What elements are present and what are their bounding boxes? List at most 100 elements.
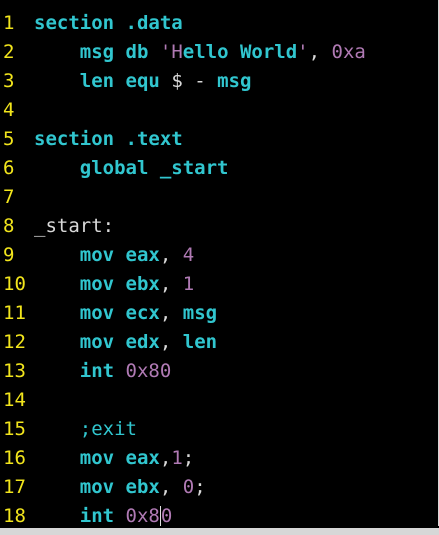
code-token: , (159, 447, 172, 469)
line-code[interactable]: mov edx, len (34, 328, 217, 357)
code-token: ebx (125, 273, 160, 295)
code-token: ; (194, 476, 206, 498)
line-number: 11 (3, 302, 26, 324)
code-token: ' (297, 41, 309, 63)
code-line[interactable]: 9 mov eax, 4 (0, 241, 194, 270)
code-token: eax (125, 244, 160, 266)
line-number: 10 (3, 273, 26, 295)
code-token: , (159, 244, 183, 266)
code-line[interactable]: 1 section .data (0, 9, 183, 38)
code-token: edx (125, 331, 160, 353)
code-token: global (79, 157, 149, 179)
code-line[interactable]: 7 (0, 183, 34, 212)
code-token: mov (79, 244, 115, 266)
line-number: 1 (3, 12, 15, 34)
code-token: 'H (159, 41, 183, 63)
line-code[interactable]: msg db 'Hello World', 0xa (34, 38, 366, 67)
line-number: 5 (3, 128, 15, 150)
code-token: 0x8 (125, 505, 160, 527)
code-token: mov (79, 476, 115, 498)
line-code[interactable]: len equ $ - msg (34, 67, 252, 96)
line-code[interactable]: section .data (34, 9, 183, 38)
line-code[interactable]: int 0x80 (34, 357, 172, 386)
line-code[interactable]: global _start (34, 154, 229, 183)
code-token: len (79, 70, 115, 92)
code-token: ebx (125, 476, 160, 498)
code-line[interactable]: 17 mov ebx, 0; (0, 473, 206, 502)
code-editor[interactable]: 1 section .data 2 msg db 'Hello World', 0x… (0, 0, 439, 535)
line-number: 14 (3, 389, 26, 411)
code-line[interactable]: 16 mov eax,1; (0, 444, 194, 473)
code-token: , (159, 302, 183, 324)
line-code[interactable]: section .text (34, 125, 183, 154)
code-line[interactable]: 8 _start: (0, 212, 114, 241)
line-number: 13 (3, 360, 26, 382)
line-number: 6 (3, 157, 15, 179)
line-number: 4 (3, 99, 15, 121)
code-token: 4 (182, 244, 195, 266)
code-line[interactable]: 11 mov ecx, msg (0, 299, 217, 328)
code-line[interactable]: 14 (0, 386, 34, 415)
code-line[interactable]: 12 mov edx, len (0, 328, 217, 357)
code-token: , (159, 273, 183, 295)
code-token: 0 (160, 505, 173, 527)
code-line[interactable]: 5 section .text (0, 125, 183, 154)
code-token: _start: (34, 215, 115, 237)
line-number: 16 (3, 447, 26, 469)
line-code[interactable]: _start: (34, 212, 114, 241)
code-token: int (79, 505, 115, 527)
code-token: section (34, 12, 115, 34)
code-token: msg (217, 70, 252, 92)
code-token: .text (125, 128, 183, 150)
code-line[interactable]: 4 (0, 96, 34, 125)
code-line[interactable]: 2 msg db 'Hello World', 0xa (0, 38, 366, 67)
code-line[interactable]: 15 ;exit (0, 415, 137, 444)
code-line[interactable]: 3 len equ $ - msg (0, 67, 251, 96)
line-code[interactable]: mov ebx, 1 (34, 270, 194, 299)
status-bar-edge (0, 526, 439, 535)
line-code[interactable]: mov ecx, msg (34, 299, 217, 328)
code-line[interactable]: 10 mov ebx, 1 (0, 270, 194, 299)
code-token: mov (79, 273, 115, 295)
line-number: 8 (3, 215, 15, 237)
code-line[interactable]: 13 int 0x80 (0, 357, 171, 386)
line-number: 7 (3, 186, 15, 208)
line-number: 3 (3, 70, 15, 92)
code-token: ;exit (79, 418, 137, 440)
code-token: msg (79, 41, 115, 63)
code-token: , (159, 476, 183, 498)
line-code[interactable]: mov eax, 4 (34, 241, 194, 270)
code-token: ello World (182, 41, 298, 63)
code-token: 0x80 (125, 360, 172, 382)
code-token: ; (182, 447, 195, 469)
line-code[interactable]: ;exit (34, 415, 137, 444)
code-line[interactable]: 6 global _start (0, 154, 229, 183)
code-token: len (182, 331, 218, 353)
line-code[interactable]: mov ebx, 0; (34, 473, 206, 502)
line-code[interactable]: mov eax,1; (34, 444, 194, 473)
line-number: 12 (3, 331, 26, 353)
code-token: mov (79, 447, 115, 469)
code-token: mov (79, 331, 115, 353)
code-token: msg (182, 302, 218, 324)
code-token: , (308, 41, 332, 63)
code-token: 0 (182, 476, 195, 498)
